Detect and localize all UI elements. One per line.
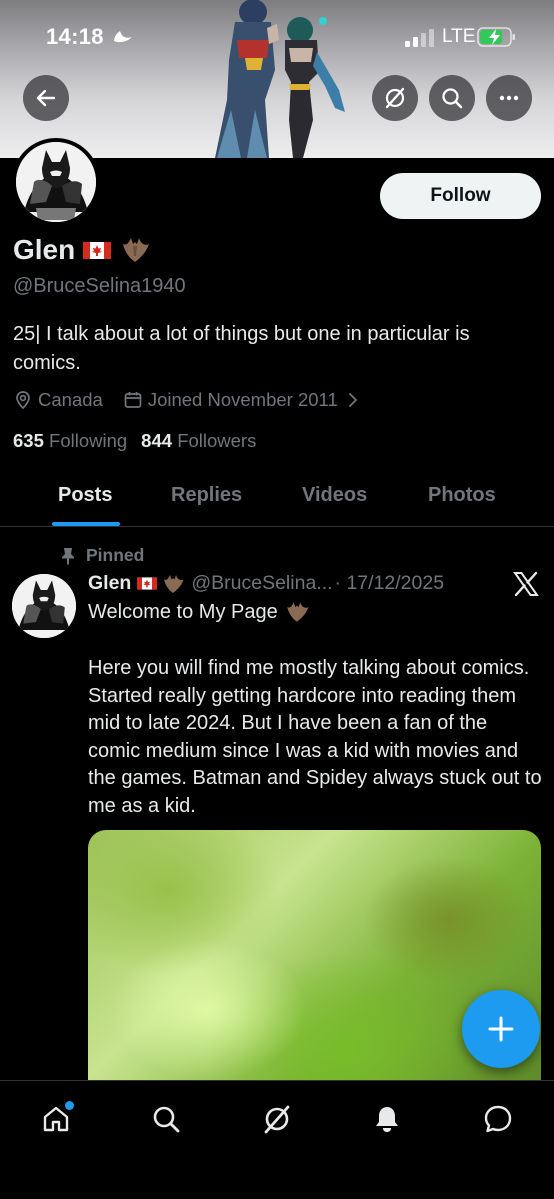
profile-avatar[interactable] [12,138,100,226]
avatar-image [12,574,76,638]
active-tab-indicator [52,522,120,526]
bat-icon [123,238,150,262]
post-author-avatar[interactable] [12,574,76,638]
pin-icon [62,547,74,565]
more-button[interactable] [486,75,532,121]
post-author-handle: @BruceSelina... [191,572,333,594]
following-count: 635 [13,430,44,451]
messages-icon [484,1105,512,1133]
follow-button[interactable]: Follow [380,173,541,219]
nav-notifications[interactable] [367,1099,407,1139]
joined-text: Joined November 2011 [147,389,338,410]
post-title: Welcome to My Page [88,600,310,624]
post-body: Here you will find me mostly talking abo… [88,657,542,817]
back-button[interactable] [23,75,69,121]
profile-display-name: Glen [13,234,151,266]
tab-replies[interactable]: Replies [171,484,242,507]
profile-banner[interactable]: 14:18 LTE [0,0,554,158]
search-icon [153,1106,180,1133]
post-title-text: Welcome to My Page [88,600,278,623]
display-name-text: Glen [13,234,76,265]
grok-icon [264,1105,290,1134]
nav-search[interactable] [146,1099,186,1139]
profile-tabs: Posts Replies Videos Photos [0,468,554,527]
moon-icon [114,31,132,43]
canada-flag-icon [83,241,112,259]
profile-bio: 25| I talk about a lot of things but one… [13,323,470,374]
search-icon [442,88,463,109]
followers-stat[interactable]: 844 Followers [141,430,256,452]
pinned-label: Pinned [86,545,145,565]
canada-flag-icon [137,577,158,590]
status-time: 14:18 [46,24,104,49]
calendar-icon [124,392,142,408]
profile-handle: @BruceSelina1940 [13,275,186,297]
nav-messages[interactable] [478,1099,518,1139]
grok-icon [385,87,405,109]
signal-icon [405,29,434,47]
bottom-navigation [0,1080,554,1199]
location-item: Canada [13,389,103,411]
post-date: · 17/12/2025 [334,572,445,594]
chevron-right-icon [348,393,358,407]
grok-button[interactable] [372,75,418,121]
profile-meta: Canada Joined November 2011 [13,389,387,411]
search-button[interactable] [429,75,475,121]
notification-dot [65,1101,74,1110]
back-arrow-icon [36,89,56,107]
pinned-indicator: Pinned [60,545,144,566]
following-label: Following [49,430,128,451]
followers-label: Followers [177,430,257,451]
network-label: LTE [442,26,476,47]
joined-item[interactable]: Joined November 2011 [123,389,367,411]
status-bar: 14:18 LTE [0,0,554,70]
compose-button[interactable] [462,990,540,1068]
bat-icon [164,574,184,593]
nav-grok[interactable] [257,1099,297,1139]
battery-charging-icon [477,27,515,47]
location-pin-icon [16,391,30,410]
bat-icon [286,602,309,622]
following-stat[interactable]: 635 Following [13,430,127,452]
tab-posts[interactable]: Posts [58,484,112,507]
location-text: Canada [38,389,103,410]
tab-photos[interactable]: Photos [428,484,496,507]
followers-count: 844 [141,430,173,451]
avatar-image [16,142,96,222]
plus-icon [488,1016,514,1042]
post-header: Glen @BruceSelina... · 17/12/2025 [88,572,444,595]
nav-home[interactable] [36,1099,76,1139]
x-logo-icon [513,571,539,597]
post-author-name[interactable]: Glen [88,572,131,595]
notifications-icon [376,1107,398,1132]
tab-videos[interactable]: Videos [302,484,367,507]
follow-stats: 635 Following 844 Followers [13,430,256,452]
more-icon [499,95,519,101]
